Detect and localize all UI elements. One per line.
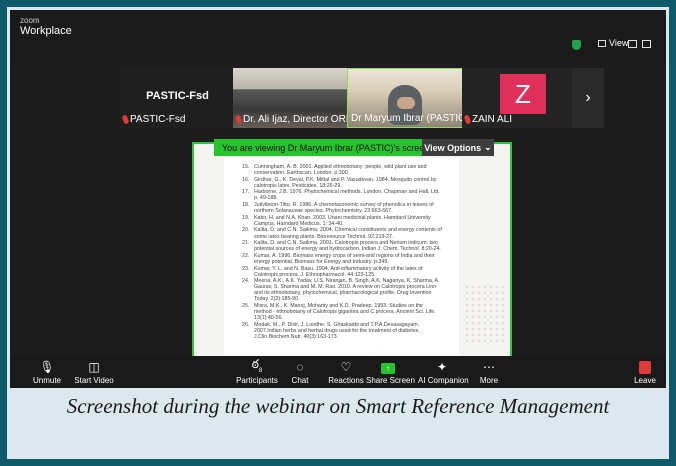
reference-entry: 26. Modak, M., P. Dixit, J. Londhe, S. Gh… [242,322,442,340]
zoom-window: zoom Workplace View PASTIC-Fsd PASTIC-Fs… [10,10,666,388]
reference-entry: 21. Kalita, D. and C.N. Saikma. 2001. Cal… [242,240,442,252]
ai-companion-button[interactable]: ✦ AI Companion [418,356,469,385]
share-icon: ↑ [366,358,410,374]
reference-entry: 25. Misra, M.K., K. Manoj, Mohanty and K.… [242,303,442,321]
video-icon: ◫ [88,360,100,374]
participant-name: Dr Maryum Ibrar (PASTIC) [351,113,464,124]
participants-icon: ఠ8 [251,357,263,374]
reference-text: Misra, M.K., K. Manoj, Mohanty and K.D. … [254,303,436,322]
page-decoration [464,284,504,344]
unmute-button[interactable]: 🎙 Unmute [30,356,64,385]
reference-entry: 19. Kabir, H. and N.A. Khan. 2003. Unani … [242,215,442,227]
mic-muted-icon [463,114,472,125]
brand-small: zoom [20,16,40,25]
chat-icon: ◌ [296,360,304,374]
reference-number: 25. [242,303,250,310]
meeting-toolbar: 🎙 Unmute ◫ Start Video ఠ8 Participants ◌… [10,356,666,388]
reference-entry: 23. Kumar, Y. L. and N. Basu. 1994. Anti-… [242,266,442,278]
reactions-button[interactable]: ♡ Reactions [324,356,368,385]
reference-number: 15. [242,164,250,170]
mic-muted-icon [121,114,130,125]
reference-entry: 18. Jutiviboon-Tittu, R. 1986. A chemotax… [242,202,442,214]
more-icon: ⋯ [483,360,495,374]
chevron-down-icon: ⌄ [484,142,492,152]
more-button[interactable]: ⋯ More [476,356,502,385]
reference-number: 19. [242,214,250,221]
top-bar: zoom Workplace View [10,10,666,64]
fullscreen-icon[interactable] [642,40,651,48]
start-video-button[interactable]: ◫ Start Video [72,356,116,385]
reference-entry: 22. Kumar, A. 1996. Biomass energy crops … [242,253,442,265]
reference-text: Kalita, D. and C.N. Saikma. 2004. Chemic… [254,227,442,240]
reference-text: Harborne, J.B. 1976. Phytochemical metho… [254,189,440,202]
view-options-button[interactable]: View Options ⌄ [422,139,494,156]
reference-number: 23. [242,265,250,272]
mic-icon: 🎙 [39,360,55,374]
reference-list: 15. Cunningham, A. B. 2001. Applied ethno… [242,164,442,341]
participant-tile-active[interactable]: Dr Maryum Ibrar (PASTIC) [347,68,464,128]
reference-text: Modak, M., P. Dixit, J. Londhe, S. Ghask… [254,321,420,341]
participant-name: PASTIC-Fsd [121,114,185,125]
reference-number: 24. [242,278,250,285]
reference-number: 18. [242,202,250,209]
participant-tile[interactable]: Dr. Ali Ijaz, Director ORIC... [233,68,349,128]
view-label: View [609,38,629,48]
heart-icon: ♡ [340,360,352,374]
grid-icon [598,39,606,47]
reference-text: Kabir, H. and N.A. Khan. 2003. Unani med… [254,214,431,227]
participants-button[interactable]: ఠ8 Participants [232,356,282,385]
chat-button[interactable]: ◌ Chat [287,356,313,385]
brand-title: Workplace [20,25,72,37]
participant-tile[interactable]: PASTIC-Fsd PASTIC-Fsd [120,68,235,128]
reference-number: 16. [242,176,250,183]
participant-name: ZAIN ALI [463,114,512,125]
reference-number: 26. [242,321,250,328]
leave-button[interactable]: Leave [632,356,658,385]
mic-muted-icon [234,114,243,125]
reference-text: Kumar, Y. L. and N. Basu. 1994. Anti-inf… [254,265,423,278]
participant-name: Dr. Ali Ijaz, Director ORIC... [234,114,349,125]
reference-entry: 15. Cunningham, A. B. 2001. Applied ethno… [242,164,442,176]
reference-text: Kumar, A. 1996. Biomass energy crops of … [254,252,435,265]
shield-icon[interactable] [572,40,581,50]
shared-screen: 15. Cunningham, A. B. 2001. Applied ethno… [192,142,512,362]
reference-entry: 17. Harborne, J.B. 1976. Phytochemical me… [242,189,442,201]
reference-text: Kalita, D. and C.N. Saikma. 2001. Calotr… [254,240,441,253]
sparkle-icon: ✦ [436,360,448,374]
reference-entry: 20. Kalita, D. and C.N. Saikma. 2004. Che… [242,227,442,239]
reference-number: 22. [242,252,250,259]
chevron-right-icon: › [585,89,591,106]
minimize-icon[interactable] [628,40,637,48]
reference-text: Jutiviboon-Tittu, R. 1986. A chemotaxono… [254,202,434,215]
reference-number: 17. [242,189,250,196]
avatar: Z [500,74,546,114]
view-button[interactable]: View [598,38,628,48]
reference-text: Meena, A.K., A.K. Yadav, U.S. Niranjan, … [254,278,440,303]
reference-number: 21. [242,240,250,247]
reference-number: 20. [242,227,250,234]
reference-entry: 24. Meena, A.K., A.K. Yadav, U.S. Niranja… [242,278,442,302]
participant-top-label: PASTIC-Fsd [146,90,209,102]
reference-entry: 16. Girdhar, G., K. Deval, P.K. Mittal an… [242,177,442,189]
reference-text: Cunningham, A. B. 2001. Applied ethnobot… [254,164,427,177]
reference-text: Girdhar, G., K. Deval, P.K. Mittal and P… [254,176,437,189]
participant-face [397,97,415,109]
figure-caption: Screenshot during the webinar on Smart R… [66,394,610,418]
share-screen-button[interactable]: ↑ Share Screen [366,356,415,385]
leave-icon [632,358,658,374]
app-brand: zoom Workplace [20,16,72,37]
next-page-button[interactable]: › [572,68,604,128]
